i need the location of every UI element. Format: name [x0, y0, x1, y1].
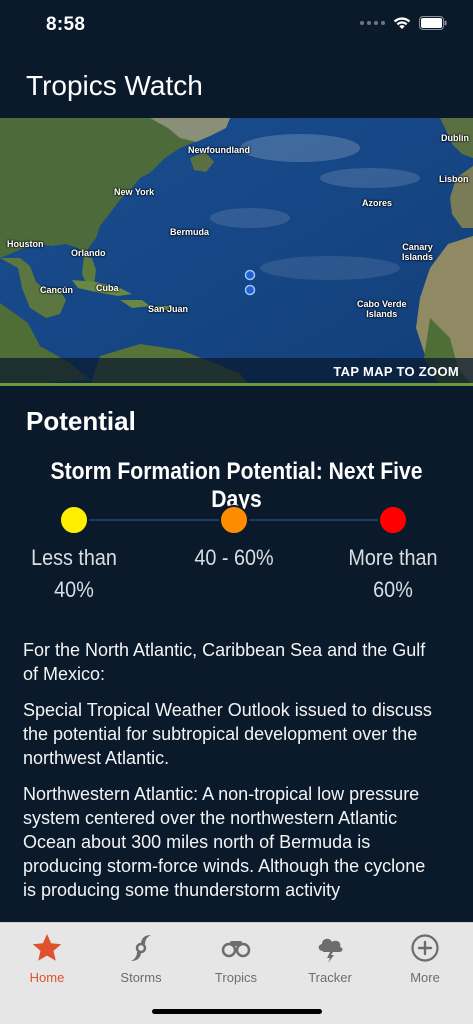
- outlook-paragraph: For the North Atlantic, Caribbean Sea an…: [23, 640, 426, 684]
- map-label-cancun: Cancún: [40, 285, 74, 295]
- plus-circle-icon: [411, 934, 439, 962]
- storm-cloud-icon: [318, 938, 343, 963]
- battery-icon: [419, 16, 447, 30]
- tab-label-home: Home: [29, 970, 65, 985]
- map-label-cabo-verde-islands: Cabo Verde Islands: [357, 299, 407, 319]
- potential-dot-medium: [219, 505, 249, 535]
- map-label-bermuda: Bermuda: [170, 227, 210, 237]
- map-label-houston: Houston: [7, 239, 44, 249]
- map-label-canary-islands: Canary Islands: [402, 242, 434, 262]
- potential-label-low: Less than 40%: [31, 545, 117, 602]
- map-label-newfoundland: Newfoundland: [188, 145, 250, 155]
- potential-label-high: More than 60%: [348, 545, 438, 602]
- status-time: 8:58: [46, 14, 86, 35]
- star-icon: [32, 934, 62, 961]
- map-label-san-juan: San Juan: [148, 304, 189, 314]
- potential-label-medium: 40 - 60%: [194, 545, 274, 570]
- map-label-lisbon: Lisbon: [439, 174, 469, 184]
- status-icons: [360, 16, 447, 30]
- map-zoom-bar: TAP MAP TO ZOOM: [0, 358, 473, 383]
- tropics-map[interactable]: Newfoundland Dublin New York Azores Lisb…: [0, 118, 473, 386]
- status-bar: 8:58: [0, 0, 473, 52]
- outlook-text: For the North Atlantic, Caribbean Sea an…: [23, 638, 443, 922]
- home-indicator[interactable]: [152, 1009, 322, 1014]
- map-label-new-york: New York: [114, 187, 155, 197]
- tab-more[interactable]: More: [378, 931, 472, 985]
- tab-label-tracker: Tracker: [308, 970, 352, 985]
- page-title: Tropics Watch: [26, 70, 203, 101]
- wifi-icon: [393, 17, 411, 29]
- tab-home[interactable]: Home: [0, 931, 94, 985]
- tab-tropics[interactable]: Tropics: [189, 931, 283, 985]
- cellular-signal-icon: [360, 21, 385, 25]
- map-label-orlando: Orlando: [71, 248, 106, 258]
- tab-storms[interactable]: Storms: [94, 931, 188, 985]
- potential-dot-high: [378, 505, 408, 535]
- map-label-azores: Azores: [362, 198, 393, 208]
- outlook-paragraph: Special Tropical Weather Outlook issued …: [23, 700, 432, 768]
- potential-dot-low: [59, 505, 89, 535]
- outlook-paragraph: Northwestern Atlantic: A non-tropical lo…: [23, 784, 426, 900]
- binoculars-icon: [221, 941, 251, 958]
- tab-label-storms: Storms: [120, 970, 162, 985]
- tab-label-more: More: [410, 970, 440, 985]
- section-title-potential: Potential: [26, 406, 136, 436]
- tab-label-tropics: Tropics: [214, 970, 258, 985]
- tab-tracker[interactable]: Tracker: [283, 931, 377, 985]
- tap-to-zoom-label: TAP MAP TO ZOOM: [333, 364, 459, 379]
- map-label-dublin: Dublin: [441, 133, 469, 143]
- map-label-cuba: Cuba: [96, 283, 119, 293]
- hurricane-icon: [131, 935, 151, 961]
